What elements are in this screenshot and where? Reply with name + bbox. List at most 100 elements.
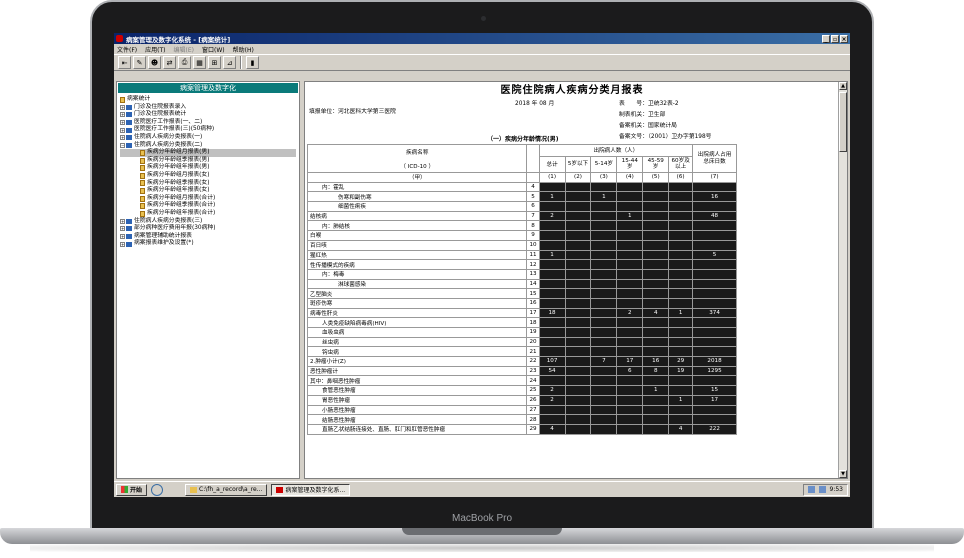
grid-icon[interactable]: ▦: [193, 56, 206, 69]
value-cell[interactable]: [692, 327, 737, 338]
value-cell[interactable]: [668, 414, 694, 425]
value-cell[interactable]: [616, 191, 644, 203]
value-cell[interactable]: [564, 336, 592, 348]
menu-edit[interactable]: 编辑(E): [174, 45, 194, 54]
value-cell[interactable]: 15: [692, 385, 737, 396]
value-cell[interactable]: 1: [538, 191, 566, 203]
value-cell[interactable]: [642, 327, 670, 338]
value-cell[interactable]: [642, 346, 670, 358]
expand-icon[interactable]: +: [120, 241, 125, 247]
value-cell[interactable]: [642, 210, 670, 222]
start-button[interactable]: 开始: [116, 483, 148, 496]
chart-icon[interactable]: ⊿: [223, 56, 236, 69]
value-cell[interactable]: [564, 423, 592, 435]
menu-file[interactable]: 文件(F): [117, 45, 137, 54]
value-cell[interactable]: [590, 288, 618, 299]
value-cell[interactable]: [564, 230, 592, 241]
value-cell[interactable]: [564, 346, 592, 358]
user-icon[interactable]: ☻: [148, 56, 161, 69]
menu-help[interactable]: 帮助(H): [233, 45, 254, 54]
value-cell[interactable]: [642, 336, 670, 348]
value-cell[interactable]: 2: [538, 394, 566, 406]
value-cell[interactable]: [538, 288, 566, 299]
value-cell[interactable]: [590, 394, 618, 406]
tree-item[interactable]: + 门诊及住院报表统计: [120, 111, 296, 119]
value-cell[interactable]: [692, 230, 737, 241]
value-cell[interactable]: [692, 220, 737, 232]
value-cell[interactable]: [590, 336, 618, 348]
window-titlebar[interactable]: 病案管理及数字化系统 - [病案统计] _ ▫ ×: [114, 33, 850, 44]
value-cell[interactable]: 5: [692, 249, 737, 261]
value-cell[interactable]: 1: [642, 385, 670, 396]
value-cell[interactable]: [538, 414, 566, 425]
tree-item[interactable]: 疾病分年龄组年报表(女): [120, 187, 296, 195]
tree-root[interactable]: 病案统计: [120, 96, 296, 104]
value-cell[interactable]: [564, 239, 592, 251]
expand-icon[interactable]: +: [120, 218, 125, 224]
value-cell[interactable]: [692, 297, 737, 309]
value-cell[interactable]: 16: [692, 191, 737, 203]
value-cell[interactable]: [692, 278, 737, 290]
close-button[interactable]: ×: [840, 34, 848, 43]
value-cell[interactable]: [564, 288, 592, 299]
value-cell[interactable]: [668, 268, 694, 280]
value-cell[interactable]: [590, 259, 618, 270]
value-cell[interactable]: [564, 210, 592, 222]
value-cell[interactable]: [538, 220, 566, 232]
value-cell[interactable]: [616, 394, 644, 406]
tree-item[interactable]: 疾病分年龄组年报表(合计): [120, 210, 296, 218]
value-cell[interactable]: [590, 346, 618, 358]
expand-icon[interactable]: +: [120, 127, 125, 133]
value-cell[interactable]: [538, 375, 566, 387]
value-cell[interactable]: [642, 404, 670, 416]
value-cell[interactable]: [668, 288, 694, 299]
value-cell[interactable]: [616, 239, 644, 251]
tree-item[interactable]: 疾病分年龄组月报表(男): [120, 149, 296, 157]
value-cell[interactable]: [590, 375, 618, 387]
menu-window[interactable]: 窗口(W): [202, 45, 225, 54]
value-cell[interactable]: [590, 404, 618, 416]
network-icon[interactable]: [807, 486, 815, 493]
value-cell[interactable]: [642, 297, 670, 309]
value-cell[interactable]: [564, 297, 592, 309]
value-cell[interactable]: 8: [642, 365, 670, 377]
value-cell[interactable]: [564, 307, 592, 319]
value-cell[interactable]: [642, 278, 670, 290]
exit-icon[interactable]: ⇤: [118, 56, 131, 69]
value-cell[interactable]: [692, 288, 737, 299]
value-cell[interactable]: [668, 327, 694, 338]
value-cell[interactable]: [590, 307, 618, 319]
value-cell[interactable]: 18: [538, 307, 566, 319]
value-cell[interactable]: [642, 288, 670, 299]
value-cell[interactable]: [668, 259, 694, 270]
value-cell[interactable]: [616, 181, 644, 193]
value-cell[interactable]: 222: [692, 423, 737, 435]
value-cell[interactable]: [692, 181, 737, 193]
value-cell[interactable]: 54: [538, 365, 566, 377]
value-cell[interactable]: [668, 346, 694, 358]
value-cell[interactable]: [590, 278, 618, 290]
scroll-up-icon[interactable]: ▲: [839, 82, 847, 90]
value-cell[interactable]: [692, 336, 737, 348]
value-cell[interactable]: [616, 404, 644, 416]
tree-item[interactable]: + 医院医疗工作报表(三)(50病种): [120, 126, 296, 134]
value-cell[interactable]: [642, 230, 670, 241]
value-cell[interactable]: 4: [642, 307, 670, 319]
value-cell[interactable]: [590, 327, 618, 338]
value-cell[interactable]: [616, 230, 644, 241]
value-cell[interactable]: [668, 201, 694, 212]
value-cell[interactable]: [642, 201, 670, 212]
value-cell[interactable]: [642, 317, 670, 328]
tree-item[interactable]: + 住院病人疾病分类报表(三): [120, 218, 296, 226]
value-cell[interactable]: [616, 327, 644, 338]
value-cell[interactable]: [616, 346, 644, 358]
value-cell[interactable]: [668, 239, 694, 251]
value-cell[interactable]: [692, 375, 737, 387]
restore-button[interactable]: ▫: [831, 34, 839, 43]
value-cell[interactable]: [642, 394, 670, 406]
value-cell[interactable]: 1: [590, 191, 618, 203]
value-cell[interactable]: 2: [538, 385, 566, 396]
value-cell[interactable]: [642, 375, 670, 387]
value-cell[interactable]: [590, 239, 618, 251]
value-cell[interactable]: [668, 317, 694, 328]
